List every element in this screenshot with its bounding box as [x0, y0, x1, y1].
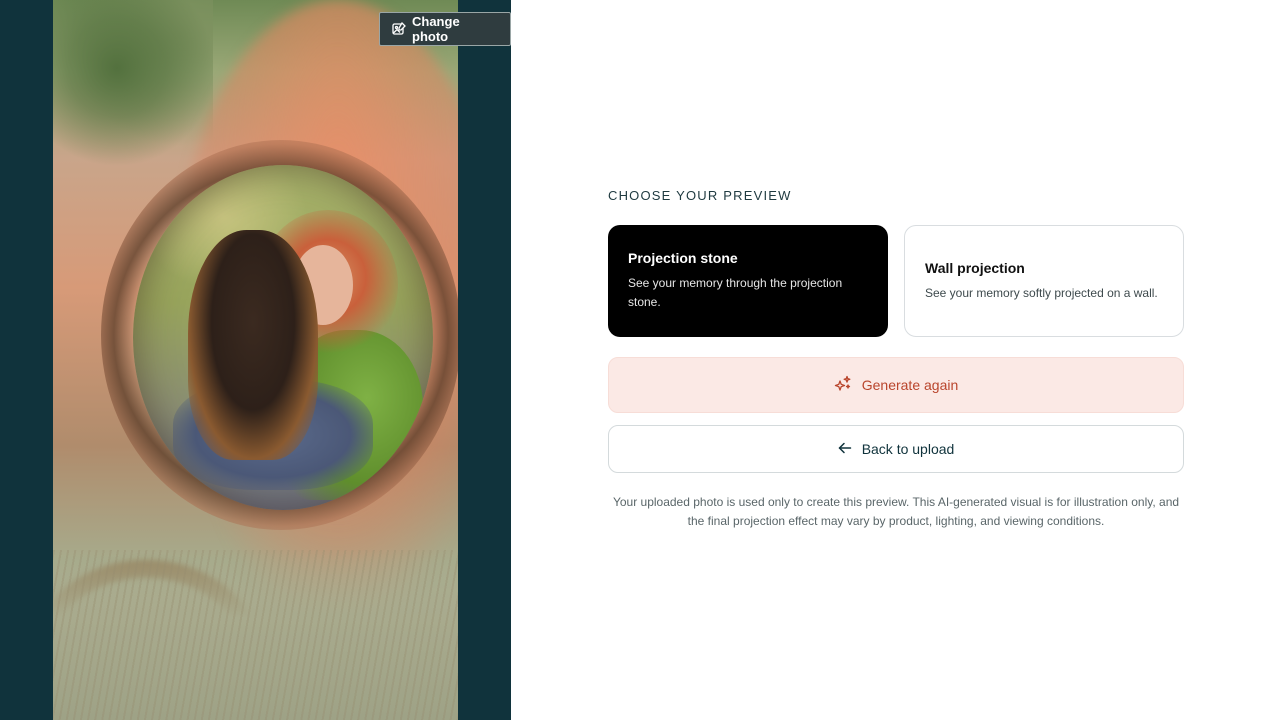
image-edit-icon	[392, 22, 406, 36]
option-title: Wall projection	[925, 259, 1025, 276]
photo-dog	[188, 230, 318, 460]
generate-again-label: Generate again	[861, 377, 959, 393]
options-panel: CHOOSE YOUR PREVIEW Projection stone See…	[511, 0, 1280, 720]
option-description: See your memory through the projection s…	[628, 276, 843, 309]
generate-again-button[interactable]: Generate again	[608, 357, 1184, 413]
preview-panel: Change photo	[0, 0, 511, 720]
option-wall-projection[interactable]: Wall projection See your memory softly p…	[904, 225, 1184, 337]
option-projection-stone[interactable]: Projection stone See your memory through…	[608, 225, 888, 337]
background-foliage	[53, 0, 213, 170]
option-title: Projection stone	[628, 250, 738, 266]
arrow-left-icon	[838, 441, 852, 458]
choose-preview-heading: CHOOSE YOUR PREVIEW	[608, 188, 792, 203]
generated-preview-image	[53, 0, 458, 720]
change-photo-label: Change photo	[412, 14, 460, 44]
background-grass	[53, 550, 458, 720]
preview-type-options: Projection stone See your memory through…	[608, 225, 1184, 337]
back-to-upload-button[interactable]: Back to upload	[608, 425, 1184, 473]
change-photo-button[interactable]: Change photo	[379, 12, 511, 46]
option-description: See your memory softly projected on a wa…	[925, 285, 1158, 300]
back-to-upload-label: Back to upload	[861, 441, 955, 457]
preview-page: Change photo CHOOSE YOUR PREVIEW Project…	[0, 0, 1280, 720]
ai-disclaimer-text: Your uploaded photo is used only to crea…	[612, 495, 1180, 528]
options-content: CHOOSE YOUR PREVIEW Projection stone See…	[608, 188, 1184, 531]
sparkles-icon	[834, 375, 852, 396]
projection-stone-lens	[133, 165, 433, 510]
